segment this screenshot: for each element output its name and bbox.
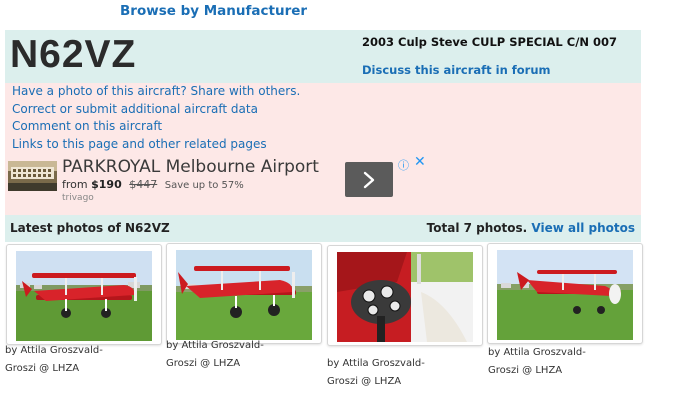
cockpit-photo <box>337 252 473 342</box>
ad-savings: Save up to 57% <box>164 180 244 191</box>
browse-by-manufacturer-link[interactable]: Browse by Manufacturer <box>120 3 307 19</box>
related-pages-link[interactable]: Links to this page and other related pag… <box>12 136 300 154</box>
photo-credit-line2: Groszi @ LHZA <box>327 376 402 387</box>
share-photo-link[interactable]: Have a photo of this aircraft? Share wit… <box>12 83 300 101</box>
ad-brand: trivago <box>62 193 94 203</box>
photo-credit-line2: Groszi @ LHZA <box>166 358 241 369</box>
photo-credit-line1: by Attila Groszvald- <box>166 340 264 351</box>
photo-count: Total 7 photos. <box>426 221 528 235</box>
photo-credit-line2: Groszi @ LHZA <box>488 365 563 376</box>
view-all-photos-link[interactable]: View all photos <box>531 221 635 235</box>
biplane-photo <box>176 250 312 340</box>
ad-current-price: $190 <box>91 178 122 191</box>
latest-photos-heading: Latest photos of N62VZ <box>10 221 170 235</box>
photo-credit-line1: by Attila Groszvald- <box>5 345 103 356</box>
action-links: Have a photo of this aircraft? Share wit… <box>12 83 300 154</box>
photos-total: Total 7 photos. View all photos <box>427 221 635 235</box>
close-icon[interactable]: ✕ <box>414 154 426 170</box>
ad-old-price: $447 <box>129 178 158 191</box>
hotel-ad[interactable]: PARKROYAL Melbourne Airport from $190 $4… <box>6 154 430 204</box>
photo-credit-line1: by Attila Groszvald- <box>327 358 425 369</box>
ad-price-label: from <box>62 178 88 191</box>
registration-title: N62VZ <box>10 33 137 76</box>
latest-photos-bar: Latest photos of N62VZ Total 7 photos. V… <box>5 215 641 242</box>
ad-price: from $190 $447 Save up to 57% <box>62 178 244 191</box>
ad-title[interactable]: PARKROYAL Melbourne Airport <box>62 157 319 177</box>
photo-credit-line1: by Attila Groszvald- <box>488 347 586 358</box>
photo-thumbnail[interactable] <box>487 243 643 344</box>
photo-caption: by Attila Groszvald- Groszi @ LHZA <box>166 337 316 373</box>
biplane-photo <box>16 251 152 341</box>
photo-caption: by Attila Groszvald- Groszi @ LHZA <box>488 344 638 380</box>
photo-caption: by Attila Groszvald- Groszi @ LHZA <box>5 342 155 378</box>
photo-credit-line2: Groszi @ LHZA <box>5 363 80 374</box>
photo-caption: by Attila Groszvald- Groszi @ LHZA <box>327 355 477 391</box>
photo-thumbnail[interactable] <box>166 243 322 344</box>
info-icon[interactable]: ⓘ <box>398 157 409 173</box>
comment-link[interactable]: Comment on this aircraft <box>12 118 300 136</box>
chevron-right-icon <box>363 171 375 188</box>
ad-hotel-image <box>8 161 57 191</box>
aircraft-actions-panel: Have a photo of this aircraft? Share wit… <box>5 83 641 215</box>
aircraft-description: 2003 Culp Steve CULP SPECIAL C/N 007 <box>362 35 618 49</box>
aircraft-header: N62VZ 2003 Culp Steve CULP SPECIAL C/N 0… <box>5 30 641 83</box>
correct-data-link[interactable]: Correct or submit additional aircraft da… <box>12 101 300 119</box>
biplane-photo <box>497 250 633 340</box>
discuss-forum-link[interactable]: Discuss this aircraft in forum <box>362 63 551 77</box>
ad-next-button[interactable] <box>345 162 393 197</box>
photo-thumbnail[interactable] <box>6 244 162 345</box>
photo-thumbnail[interactable] <box>327 245 483 346</box>
